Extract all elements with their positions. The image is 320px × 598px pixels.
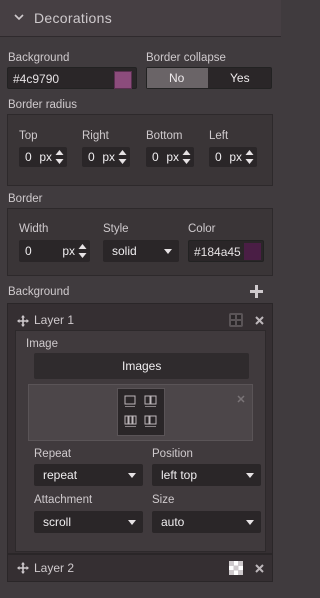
radius-bottom-value: 0 (152, 150, 159, 164)
radius-left-input[interactable]: 0 px (209, 147, 257, 167)
border-collapse-yes-label: Yes (230, 71, 250, 85)
radius-right-input[interactable]: 0 px (82, 147, 130, 167)
radius-left-unit: px (229, 150, 242, 164)
border-radius-panel: Top 0 px Right 0 px Bottom 0 px Left 0 p… (7, 114, 273, 186)
border-style-label: Style (103, 223, 129, 235)
radius-left-label: Left (209, 130, 229, 142)
repeat-select[interactable]: repeat (34, 464, 143, 486)
background-label: Background (8, 52, 70, 64)
border-radius-label: Border radius (8, 99, 78, 111)
radius-bottom-unit: px (166, 150, 179, 164)
stepper-arrows-icon[interactable] (55, 149, 64, 165)
layer-1-panel: Layer 1 Image Images Repeat repeat Posit… (7, 303, 273, 554)
size-label: Size (152, 494, 175, 506)
move-handle-icon[interactable] (17, 562, 29, 574)
border-collapse-label: Border collapse (146, 52, 226, 64)
border-width-label: Width (19, 223, 49, 235)
images-button-label: Images (122, 359, 162, 373)
layer-2-panel[interactable]: Layer 2 (7, 554, 273, 582)
border-panel: Width 0 px Style solid Color #184a45 (7, 208, 273, 276)
border-color-label: Color (188, 223, 216, 235)
radius-bottom-label: Bottom (146, 130, 183, 142)
position-label: Position (152, 448, 193, 460)
transparent-preview-icon[interactable] (229, 561, 243, 575)
border-width-unit: px (62, 244, 75, 258)
border-collapse-no-label: No (169, 71, 185, 85)
background-color-field[interactable]: #4c9790 (7, 67, 137, 89)
image-label: Image (26, 338, 58, 350)
attachment-select[interactable]: scroll (34, 511, 143, 533)
layer-2-name: Layer 2 (34, 561, 75, 575)
attachment-label: Attachment (34, 494, 93, 506)
caret-down-icon (164, 249, 172, 254)
stepper-arrows-icon[interactable] (118, 149, 127, 165)
caret-down-icon (246, 520, 254, 525)
border-style-value: solid (112, 244, 137, 258)
stepper-arrows-icon[interactable] (78, 243, 87, 259)
radius-top-value: 0 (25, 150, 32, 164)
layer-preview-icon[interactable] (229, 313, 243, 327)
border-width-input[interactable]: 0 px (19, 240, 90, 262)
radius-top-label: Top (19, 130, 38, 142)
position-select[interactable]: left top (152, 464, 261, 486)
plus-icon[interactable] (250, 285, 263, 298)
border-collapse-yes[interactable]: Yes (209, 68, 271, 88)
size-select[interactable]: auto (152, 511, 261, 533)
radius-right-label: Right (82, 130, 109, 142)
radius-left-value: 0 (215, 150, 222, 164)
decorations-header[interactable]: Decorations (0, 0, 281, 37)
radius-bottom-input[interactable]: 0 px (146, 147, 194, 167)
radius-top-input[interactable]: 0 px (19, 147, 67, 167)
chevron-down-icon (14, 14, 24, 21)
radius-right-unit: px (102, 150, 115, 164)
caret-down-icon (128, 520, 136, 525)
border-width-value: 0 (25, 244, 32, 258)
border-collapse-toggle: No Yes (146, 67, 272, 89)
caret-down-icon (246, 473, 254, 478)
repeat-value: repeat (43, 468, 78, 482)
border-color-field[interactable]: #184a45 (188, 240, 264, 262)
caret-down-icon (128, 473, 136, 478)
image-preview-area[interactable] (28, 384, 253, 441)
section-title: Decorations (34, 10, 113, 26)
close-icon[interactable] (255, 316, 264, 325)
border-color-value: #184a45 (194, 245, 241, 259)
stepper-arrows-icon[interactable] (182, 149, 191, 165)
radius-top-unit: px (39, 150, 52, 164)
background-color-swatch[interactable] (114, 71, 132, 89)
size-value: auto (161, 515, 185, 529)
move-handle-icon[interactable] (17, 315, 29, 327)
border-label: Border (8, 193, 43, 205)
images-button[interactable]: Images (34, 353, 249, 379)
border-color-swatch[interactable] (244, 243, 261, 260)
background-layers-label: Background (8, 286, 70, 298)
layer-1-body: Image Images Repeat repeat Position left… (15, 330, 266, 552)
position-value: left top (161, 468, 198, 482)
radius-right-value: 0 (88, 150, 95, 164)
layer-1-name: Layer 1 (34, 313, 75, 327)
repeat-label: Repeat (34, 448, 72, 460)
layout-grid-icon (124, 395, 157, 427)
border-style-select[interactable]: solid (103, 240, 179, 262)
close-icon[interactable] (255, 564, 264, 573)
image-thumbnail (117, 388, 165, 436)
background-color-value: #4c9790 (13, 72, 60, 86)
stepper-arrows-icon[interactable] (245, 149, 254, 165)
attachment-value: scroll (43, 515, 72, 529)
remove-image-icon[interactable] (237, 395, 245, 403)
border-collapse-no[interactable]: No (147, 68, 208, 88)
